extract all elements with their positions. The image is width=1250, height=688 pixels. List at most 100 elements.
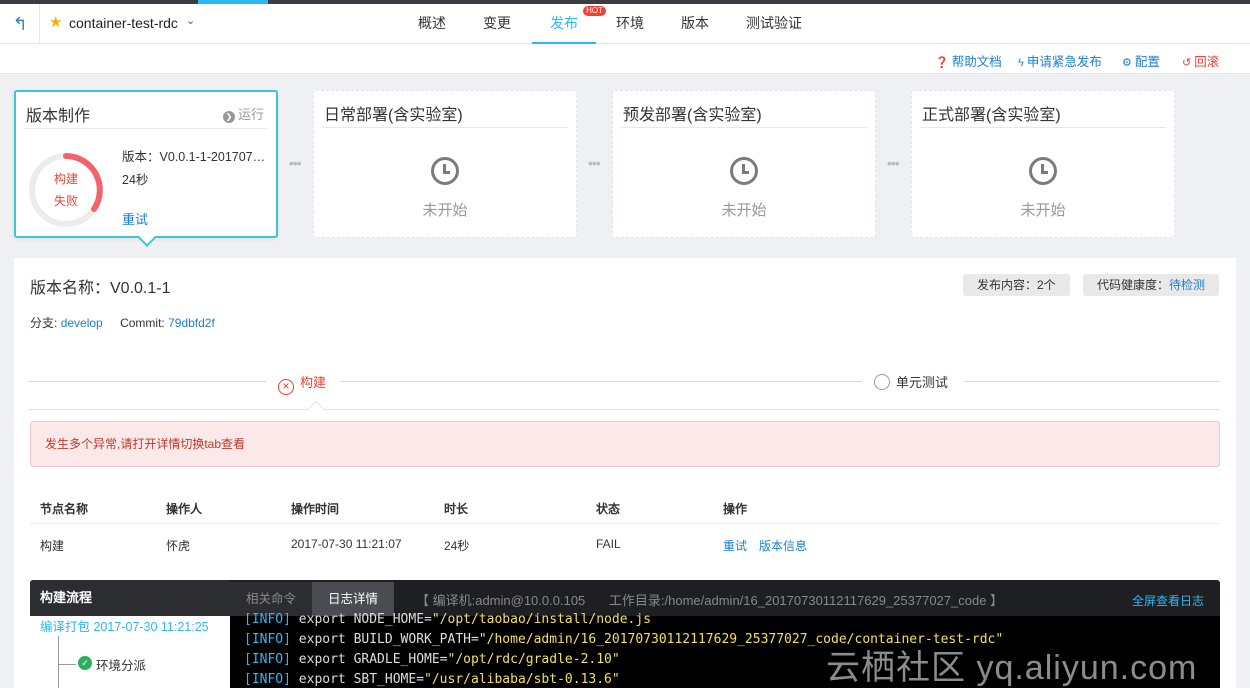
- branch-link[interactable]: develop: [61, 316, 103, 330]
- tab-release[interactable]: 发布 HOT: [532, 4, 606, 44]
- build-flow-step[interactable]: 编译打包 2017-07-30 11:21:25: [40, 616, 209, 635]
- row-time: 2017-07-30 11:21:07: [291, 537, 402, 551]
- step-build[interactable]: × 构建: [278, 372, 326, 395]
- build-stage-title: 版本制作: [26, 108, 91, 125]
- commit-label: Commit:: [120, 316, 165, 330]
- step-line: [28, 381, 266, 382]
- card-divider: [920, 127, 1166, 128]
- row-retry-link[interactable]: 重试: [723, 539, 747, 553]
- prod-deploy-card[interactable]: 正式部署(含实验室) 未开始: [911, 90, 1175, 238]
- config-link[interactable]: ⚙ 配置: [1122, 51, 1160, 70]
- undo-icon: ↺: [1182, 57, 1192, 69]
- step-build-label: 构建: [300, 375, 327, 390]
- stage-connector: •••: [887, 155, 900, 171]
- step-pointer: [307, 400, 325, 418]
- daily-deploy-status: 未开始: [422, 202, 468, 219]
- retry-link[interactable]: 重试: [122, 209, 148, 228]
- play-icon: ❯: [222, 111, 235, 123]
- tab-release-label: 发布: [550, 15, 578, 31]
- log-value: "/opt/taobao/install/node.js: [431, 612, 652, 627]
- tab-test-verify[interactable]: 测试验证: [728, 4, 820, 44]
- log-cmd: export NODE_HOME=: [290, 612, 432, 627]
- tab-overview[interactable]: 概述: [400, 4, 464, 44]
- build-stage-card[interactable]: 版本制作 ❯运行 构建 失败 版本：V0.0.1-1-2017073011211…: [14, 90, 278, 238]
- log-line: [INFO] export NODE_HOME="/opt/taobao/ins…: [244, 610, 1220, 630]
- card-divider: [621, 127, 867, 128]
- col-status: 状态: [596, 502, 621, 516]
- log-tag: [INFO]: [244, 632, 291, 647]
- help-docs-label: 帮助文档: [951, 55, 1002, 69]
- error-icon: ×: [278, 379, 294, 395]
- version-name: 版本名称：V0.0.1-1: [30, 280, 171, 297]
- pending-circle-icon: [874, 374, 890, 390]
- top-nav: ↰ ★ container-test-rdc ⌄ 概述 变更 发布 HOT 环境 …: [0, 4, 1250, 44]
- col-operator: 操作人: [166, 502, 203, 516]
- app-name[interactable]: container-test-rdc: [69, 15, 178, 31]
- run-button[interactable]: ❯ 运行: [222, 104, 264, 123]
- row-duration: 24秒: [444, 539, 470, 553]
- build-duration: 24秒: [122, 173, 149, 187]
- rollback-label: 回滚: [1194, 55, 1220, 69]
- pre-deploy-title: 预发部署(含实验室): [623, 107, 762, 124]
- error-alert: 发生多个异常,请打开详情切换tab查看: [30, 421, 1220, 467]
- config-label: 配置: [1134, 55, 1160, 69]
- tab-version[interactable]: 版本: [662, 4, 728, 44]
- log-cmd: export SBT_HOME=: [290, 672, 425, 687]
- pre-deploy-status: 未开始: [721, 202, 767, 219]
- question-icon: ❓: [935, 57, 949, 69]
- tab-changes[interactable]: 变更: [464, 4, 530, 44]
- stage-connector: •••: [588, 155, 601, 171]
- chevron-down-icon[interactable]: ⌄: [186, 14, 195, 27]
- urgent-release-label: 申请紧急发布: [1026, 55, 1102, 69]
- commit-link[interactable]: 79dbfd2f: [168, 316, 215, 330]
- card-divider: [24, 128, 268, 129]
- urgent-release-link[interactable]: ϟ 申请紧急发布: [1018, 51, 1102, 70]
- lightning-icon: ϟ: [1018, 57, 1024, 69]
- nav-tabs: 概述 变更 发布 HOT 环境 版本 测试验证: [400, 4, 820, 44]
- run-label: 运行: [237, 107, 264, 122]
- log-tag: [INFO]: [244, 612, 291, 627]
- help-docs-link[interactable]: ❓ 帮助文档: [935, 51, 1002, 70]
- fullscreen-log-link[interactable]: 全屏查看日志: [1132, 592, 1204, 609]
- col-duration: 时长: [444, 502, 469, 516]
- watermark: 云栖社区 yq.aliyun.com: [826, 649, 1198, 687]
- build-version: 版本：V0.0.1-1-20170730112117: [122, 150, 272, 164]
- gear-icon: ⚙: [1122, 57, 1132, 69]
- tree-branch: [58, 664, 76, 665]
- daily-deploy-card[interactable]: 日常部署(含实验室) 未开始: [313, 90, 577, 238]
- pre-deploy-card[interactable]: 预发部署(含实验室) 未开始: [612, 90, 876, 238]
- col-node: 节点名称: [40, 502, 89, 516]
- row-operator: 怀虎: [166, 539, 191, 553]
- rollback-link[interactable]: ↺ 回滚: [1182, 51, 1219, 70]
- build-flow-item[interactable]: 环境分派: [96, 655, 146, 674]
- row-actions: 重试 版本信息: [723, 537, 819, 554]
- branch-label: 分支:: [30, 316, 58, 330]
- clock-icon: [431, 157, 459, 185]
- build-status-line2: 失败: [53, 194, 78, 208]
- col-actions: 操作: [723, 502, 748, 516]
- row-status: FAIL: [596, 537, 621, 551]
- clock-icon: [730, 157, 758, 185]
- tree-line: [58, 636, 59, 688]
- step-line: [964, 381, 1220, 382]
- table-header: 节点名称 操作人 操作时间 时长 状态 操作: [30, 492, 1220, 524]
- log-cmd: export BUILD_WORK_PATH=: [290, 632, 479, 647]
- build-status-text: 构建 失败: [28, 168, 104, 212]
- log-tag: [INFO]: [244, 652, 291, 667]
- star-icon[interactable]: ★: [49, 14, 62, 32]
- back-icon[interactable]: ↰: [10, 14, 30, 34]
- log-value: "/opt/rdc/gradle-2.10": [447, 652, 620, 667]
- log-value: "/usr/alibaba/sbt-0.13.6": [424, 672, 620, 687]
- stage-connector: •••: [289, 155, 302, 171]
- version-meta: 分支: develop Commit: 79dbfd2f: [30, 314, 215, 331]
- release-content-button[interactable]: 发布内容：2个: [963, 274, 1070, 296]
- row-version-info-link[interactable]: 版本信息: [759, 539, 807, 553]
- build-flow-sidebar: 构建流程 编译打包 2017-07-30 11:21:25 ✓ 环境分派: [30, 580, 230, 688]
- step-unit-test[interactable]: 单元测试: [874, 372, 948, 391]
- log-machine: 【 编译机:admin@10.0.0.105: [416, 593, 586, 608]
- tab-environment[interactable]: 环境: [598, 4, 662, 44]
- code-health-label: 代码健康度：: [1097, 278, 1170, 292]
- code-health-button[interactable]: 代码健康度：待检测: [1083, 274, 1220, 296]
- row-node: 构建: [40, 539, 65, 553]
- prod-deploy-title: 正式部署(含实验室): [922, 107, 1061, 124]
